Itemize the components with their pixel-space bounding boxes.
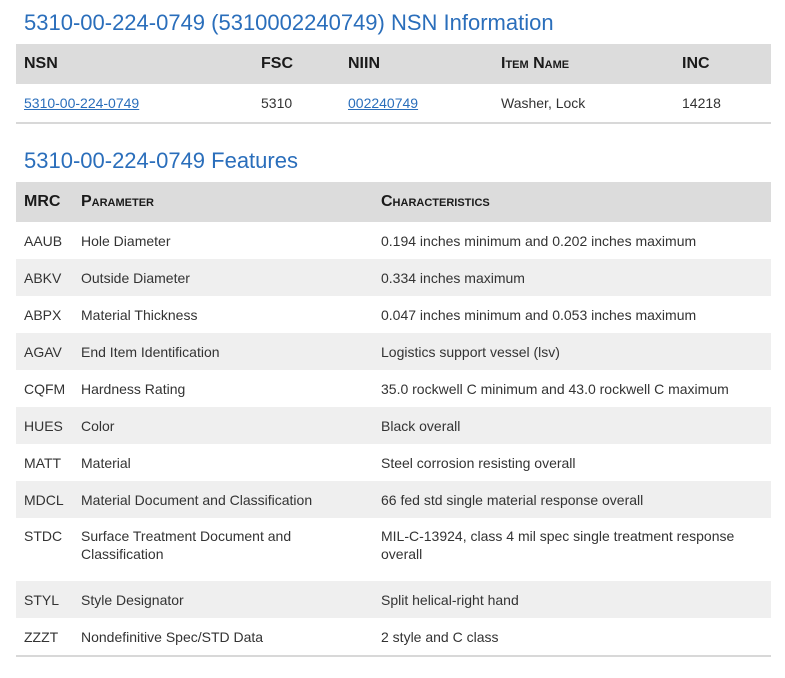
nsn-link[interactable]: 5310-00-224-0749 — [24, 95, 139, 111]
table-row: STYL Style Designator Split helical-right … — [16, 581, 771, 618]
parameter-cell: Material Thickness — [81, 306, 198, 323]
parameter-cell: Hole Diameter — [81, 232, 171, 249]
parameter-cell: Style Designator — [73, 581, 373, 618]
characteristics-cell: Logistics support vessel (lsv) — [373, 333, 771, 370]
mrc-cell: MDCL — [16, 481, 73, 518]
item-name-cell: Washer, Lock — [501, 95, 586, 111]
header-nsn: NSN — [16, 44, 253, 84]
parameter-cell: Hardness Rating — [81, 380, 186, 397]
nsn-cell: 5310-00-224-0749 — [16, 84, 253, 123]
parameter-cell: Material Document and Classification — [73, 481, 373, 518]
characteristics-cell: 0.334 inches maximum — [373, 259, 771, 296]
characteristics-cell: 0.047 inches minimum and 0.053 inches ma… — [381, 306, 697, 323]
table-row: ABKV Outside Diameter 0.334 inches maximum — [16, 259, 771, 296]
parameter-cell: Material — [81, 454, 131, 471]
characteristics-cell: 0.194 inches minimum and 0.202 inches ma… — [381, 232, 697, 249]
header-niin: NIIN — [340, 44, 493, 84]
mrc-cell: AAUB — [24, 232, 63, 249]
header-item-name: Item Name — [493, 44, 674, 84]
header-characteristics: Characteristics — [373, 182, 771, 222]
page: 5310-00-224-0749 (5310002240749) NSN Inf… — [0, 0, 785, 678]
header-inc: INC — [674, 44, 771, 84]
mrc-cell: AGAV — [16, 333, 73, 370]
table-row: ABPX Material Thickness 0.047 inches minim… — [16, 296, 771, 333]
characteristics-cell: Split helical-right hand — [373, 581, 771, 618]
niin-link[interactable]: 002240749 — [348, 95, 418, 111]
mrc-cell: STYL — [16, 581, 73, 618]
table-row: 5310-00-224-0749 5310 002240749 Washer, … — [16, 84, 771, 123]
parameter-cell: Nondefinitive Spec/STD Data — [81, 628, 264, 645]
characteristics-cell: Steel corrosion resisting overall — [381, 454, 576, 471]
table-row: AGAV End Item Identification Logistics sup… — [16, 333, 771, 370]
table-header-row: MRC Parameter Characteristics — [16, 182, 771, 222]
mrc-cell: ZZZT — [24, 628, 59, 645]
header-parameter: Parameter — [73, 182, 373, 222]
nsn-information-title: 5310-00-224-0749 (5310002240749) NSN Inf… — [24, 10, 554, 35]
mrc-cell: CQFM — [24, 380, 66, 397]
nsn-information-table: NSN FSC NIIN Item Name INC 5310-00-224-0… — [16, 44, 771, 124]
parameter-cell: Outside Diameter — [73, 259, 373, 296]
table-row: ZZZT Nondefinitive Spec/STD Data 2 style a… — [16, 618, 771, 656]
parameter-cell: End Item Identification — [73, 333, 373, 370]
parameter-cell: Surface Treatment Document and Classific… — [81, 528, 292, 562]
features-table: MRC Parameter Characteristics AAUB Hole D… — [16, 182, 771, 657]
features-title: 5310-00-224-0749 Features — [24, 148, 298, 173]
inc-cell: 14218 — [682, 95, 721, 111]
mrc-cell: MATT — [24, 454, 62, 471]
characteristics-cell: 35.0 rockwell C minimum and 43.0 rockwel… — [381, 380, 729, 397]
table-row: MATT Material Steel corrosion resisting ov… — [16, 444, 771, 481]
table-header-row: NSN FSC NIIN Item Name INC — [16, 44, 771, 84]
mrc-cell: STDC — [24, 528, 63, 544]
characteristics-cell: Black overall — [373, 407, 771, 444]
header-fsc: FSC — [253, 44, 340, 84]
parameter-cell: Color — [73, 407, 373, 444]
table-row: STDC Surface Treatment Document and Class… — [16, 518, 771, 581]
table-row: CQFM Hardness Rating 35.0 rockwell C minim… — [16, 370, 771, 407]
mrc-cell: HUES — [16, 407, 73, 444]
mrc-cell: ABPX — [24, 306, 62, 323]
table-row: MDCL Material Document and Classification… — [16, 481, 771, 518]
table-row: HUES Color Black overall — [16, 407, 771, 444]
characteristics-cell: MIL-C-13924, class 4 mil spec single tre… — [381, 528, 735, 562]
niin-cell: 002240749 — [340, 84, 493, 123]
characteristics-cell: 66 fed std single material response over… — [373, 481, 771, 518]
header-mrc: MRC — [16, 182, 73, 222]
table-row: AAUB Hole Diameter 0.194 inches minimum an… — [16, 222, 771, 259]
fsc-cell: 5310 — [261, 95, 293, 111]
mrc-cell: ABKV — [16, 259, 73, 296]
characteristics-cell: 2 style and C class — [381, 628, 499, 645]
